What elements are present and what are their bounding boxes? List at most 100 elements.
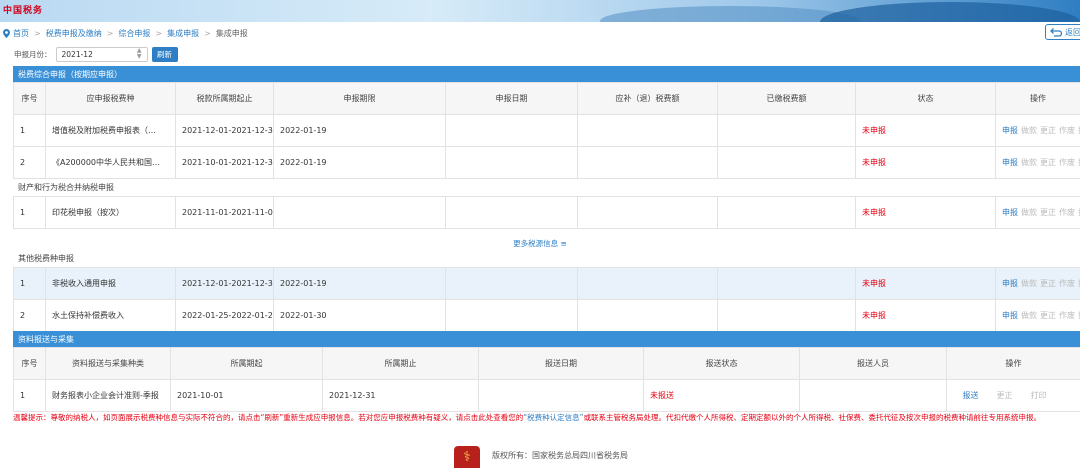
col-header: 应补（退）税费额 bbox=[578, 83, 718, 115]
tax-paid-amount bbox=[718, 300, 856, 332]
col-header: 序号 bbox=[14, 348, 46, 380]
warm-notice: 温馨提示：尊敬的纳税人，如页面展示税费种信息与实际不符合的，请点击“刷新”重新生… bbox=[13, 412, 1073, 424]
table-header-row: 序号 资料报送与采集种类 所属期起 所属期止 报送日期 报送状态 报送人员 操作 bbox=[14, 348, 1080, 380]
print-button: 打印 bbox=[1031, 391, 1047, 400]
more-tax-source-link[interactable]: 更多税源信息 ≡ bbox=[0, 238, 1080, 249]
banner-mountain bbox=[820, 2, 1080, 22]
table-row: 1印花税申报（按次）2021-11-01-2021-11-01未申报申报做款更正… bbox=[14, 197, 1080, 229]
breadcrumb-integrated[interactable]: 集成申报 bbox=[167, 28, 199, 39]
tax-type-name: 《A200000中华人民共和国… bbox=[46, 147, 176, 179]
tax-type-name: 非税收入通用申报 bbox=[46, 268, 176, 300]
table-row: 1非税收入通用申报2021-12-01-2021-12-312022-01-19… bbox=[14, 268, 1080, 300]
property-tax-subheading: 财产和行为税合并纳税申报 bbox=[18, 182, 114, 193]
col-header: 申报日期 bbox=[446, 83, 578, 115]
tax-period: 2022-01-25-2022-01-25 bbox=[176, 300, 274, 332]
void-button: 作废 bbox=[1059, 126, 1075, 135]
data-submission-table: 序号 资料报送与采集种类 所属期起 所属期止 报送日期 报送状态 报送人员 操作… bbox=[13, 347, 1080, 412]
submitter bbox=[800, 380, 947, 412]
row-number: 2 bbox=[14, 147, 46, 179]
correct-button: 更正 bbox=[1040, 279, 1056, 288]
table-header-row: 序号 应申报税费种 税款所属期起止 申报期限 申报日期 应补（退）税费额 已缴税… bbox=[14, 83, 1080, 115]
col-header: 资料报送与采集种类 bbox=[46, 348, 171, 380]
tax-period: 2021-10-01-2021-12-31 bbox=[176, 147, 274, 179]
tax-type-name: 水土保持补偿费收入 bbox=[46, 300, 176, 332]
declare-button[interactable]: 申报 bbox=[1002, 158, 1018, 167]
back-label: 返回 bbox=[1065, 27, 1080, 38]
refresh-button[interactable]: 刷新 bbox=[152, 47, 178, 62]
copyright-text: 版权所有：国家税务总局四川省税务局 bbox=[492, 450, 628, 461]
row-actions: 申报做款更正作废打印 bbox=[996, 300, 1080, 332]
tax-paid-amount bbox=[718, 197, 856, 229]
col-header: 报送状态 bbox=[644, 348, 800, 380]
back-button[interactable]: 返回 bbox=[1045, 24, 1080, 40]
void-button: 作废 bbox=[1059, 158, 1075, 167]
row-number: 1 bbox=[14, 197, 46, 229]
row-number: 1 bbox=[14, 268, 46, 300]
status-badge: 未申报 bbox=[856, 197, 996, 229]
row-number: 1 bbox=[14, 380, 46, 412]
breadcrumb-tax-payment[interactable]: 税费申报及缴纳 bbox=[46, 28, 102, 39]
row-actions: 申报做款更正作废打印 bbox=[996, 197, 1080, 229]
breadcrumb-home[interactable]: 首页 bbox=[13, 28, 29, 39]
period-label: 申报月份： bbox=[14, 49, 52, 60]
correct-button: 更正 bbox=[1040, 311, 1056, 320]
declaration-deadline: 2022-01-19 bbox=[274, 268, 446, 300]
declare-button[interactable]: 申报 bbox=[1002, 126, 1018, 135]
tax-paid-amount bbox=[718, 268, 856, 300]
tax-type-info-link[interactable]: “税费种认定信息” bbox=[523, 413, 583, 422]
table-row: 2水土保持补偿费收入2022-01-25-2022-01-252022-01-3… bbox=[14, 300, 1080, 332]
other-tax-subheading: 其他税费种申报 bbox=[18, 253, 74, 264]
declaration-date bbox=[446, 300, 578, 332]
void-button: 作废 bbox=[1059, 311, 1075, 320]
pay-button: 做款 bbox=[1021, 126, 1037, 135]
row-actions: 申报做款更正作废打印 bbox=[996, 268, 1080, 300]
period-select[interactable]: 2021-12 ▲▼ bbox=[56, 47, 148, 62]
declaration-deadline: 2022-01-19 bbox=[274, 147, 446, 179]
col-header: 所属期止 bbox=[323, 348, 479, 380]
col-header: 税款所属期起止 bbox=[176, 83, 274, 115]
return-arrow-icon bbox=[1050, 28, 1062, 37]
top-banner: 中国税务 bbox=[0, 0, 1080, 22]
declaration-deadline: 2022-01-19 bbox=[274, 115, 446, 147]
col-header: 操作 bbox=[996, 83, 1080, 115]
col-header: 状态 bbox=[856, 83, 996, 115]
declare-button[interactable]: 申报 bbox=[1002, 311, 1018, 320]
pay-button: 做款 bbox=[1021, 311, 1037, 320]
col-header: 操作 bbox=[947, 348, 1080, 380]
declare-button[interactable]: 申报 bbox=[1002, 208, 1018, 217]
tax-due-amount bbox=[578, 268, 718, 300]
breadcrumb-current: 集成申报 bbox=[216, 28, 248, 39]
site-logo[interactable]: 中国税务 bbox=[3, 3, 43, 16]
table-row: 1财务报表小企业会计准则-季报2021-10-012021-12-31未报送报送… bbox=[14, 380, 1080, 412]
period-value: 2021-12 bbox=[62, 50, 93, 59]
pay-button: 做款 bbox=[1021, 279, 1037, 288]
spinner-icon: ▲▼ bbox=[137, 48, 142, 60]
void-button: 作废 bbox=[1059, 279, 1075, 288]
status-badge: 未申报 bbox=[856, 115, 996, 147]
tax-due-amount bbox=[578, 300, 718, 332]
declaration-deadline bbox=[274, 197, 446, 229]
location-pin-icon bbox=[3, 29, 10, 38]
submission-date bbox=[479, 380, 644, 412]
notice-text-1: 温馨提示：尊敬的纳税人，如页面展示税费种信息与实际不符合的，请点击“刷新”重新生… bbox=[13, 413, 523, 422]
pay-button: 做款 bbox=[1021, 158, 1037, 167]
declare-button[interactable]: 申报 bbox=[1002, 279, 1018, 288]
other-tax-table: 1非税收入通用申报2021-12-01-2021-12-312022-01-19… bbox=[13, 267, 1080, 332]
periodic-declaration-table: 序号 应申报税费种 税款所属期起止 申报期限 申报日期 应补（退）税费额 已缴税… bbox=[13, 82, 1080, 179]
table-row: 2《A200000中华人民共和国…2021-10-01-2021-12-3120… bbox=[14, 147, 1080, 179]
tax-period: 2021-12-01-2021-12-31 bbox=[176, 115, 274, 147]
submit-button[interactable]: 报送 bbox=[963, 391, 979, 400]
void-button: 作废 bbox=[1059, 208, 1075, 217]
tax-period: 2021-11-01-2021-11-01 bbox=[176, 197, 274, 229]
tax-due-amount bbox=[578, 115, 718, 147]
col-header: 应申报税费种 bbox=[46, 83, 176, 115]
breadcrumb-comprehensive[interactable]: 综合申报 bbox=[118, 28, 150, 39]
declaration-date bbox=[446, 147, 578, 179]
col-header: 报送日期 bbox=[479, 348, 644, 380]
declaration-date bbox=[446, 197, 578, 229]
tax-period: 2021-12-01-2021-12-31 bbox=[176, 268, 274, 300]
row-number: 2 bbox=[14, 300, 46, 332]
declaration-date bbox=[446, 115, 578, 147]
col-header: 序号 bbox=[14, 83, 46, 115]
correct-button: 更正 bbox=[1040, 208, 1056, 217]
